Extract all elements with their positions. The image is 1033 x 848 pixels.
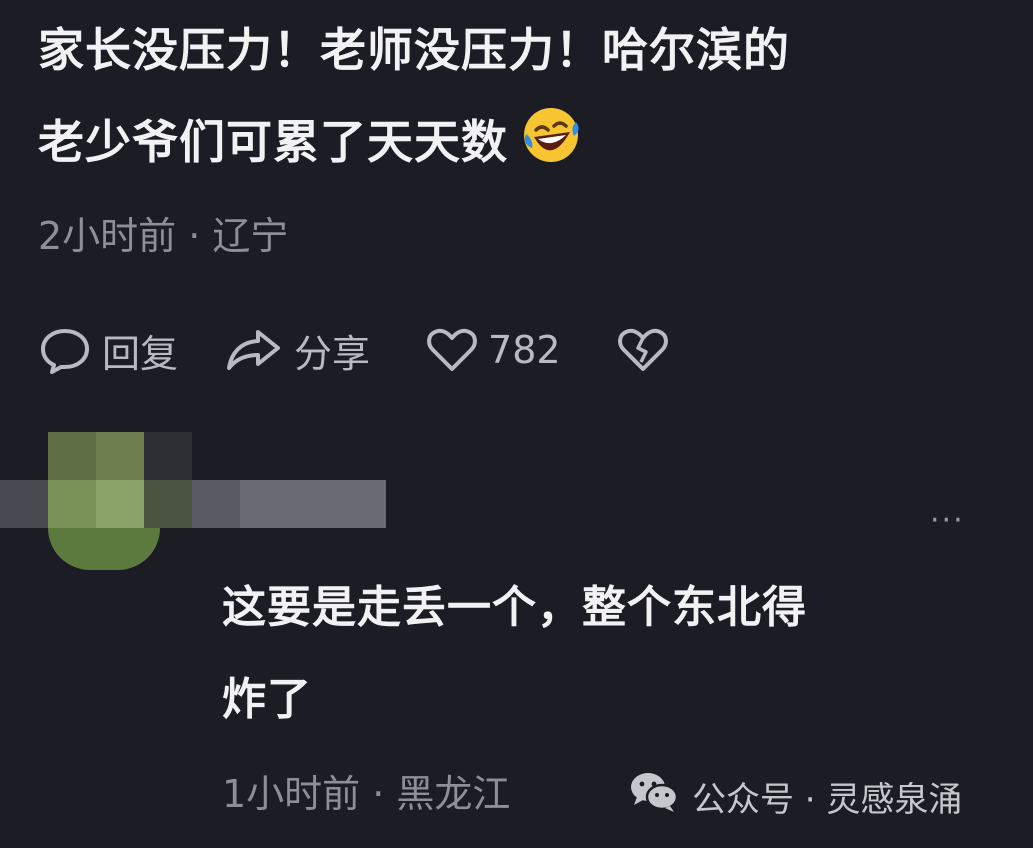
like-button[interactable]: 782 [426,327,561,373]
comment-text-line: 家长没压力！老师没压力！哈尔滨的 [38,23,790,77]
speech-bubble-icon [38,325,92,375]
reply-label: 回复 [102,331,179,376]
username-mosaic-block [240,480,386,528]
dislike-button[interactable] [617,327,669,373]
watermark: 公众号 · 灵感泉涌 [628,770,962,823]
broken-heart-icon [617,327,669,373]
reply-button[interactable]: 回复 [38,323,178,378]
comment-actions: 回复 分享 782 [38,320,715,380]
avatar-mosaic-block [48,432,96,480]
avatar-mosaic-block [48,528,160,570]
share-arrow-icon [224,326,284,374]
avatar-mosaic-block [48,480,96,528]
avatar-mosaic-block [144,480,192,528]
username-mosaic-block [192,480,240,528]
comment-text-span: 老少爷们可累了天天数 [38,115,508,169]
laughing-emoji-icon [520,104,582,166]
comment-meta: 1小时前 · 黑龙江 [222,772,511,816]
comment-text-line: 这要是走丢一个，整个东北得 [222,582,807,633]
watermark-text: 公众号 · 灵感泉涌 [692,780,963,820]
username-mosaic-block [0,480,48,528]
comment-thread: 家长没压力！老师没压力！哈尔滨的 老少爷们可累了天天数 2小时前 · 辽宁 回复 [0,0,1033,848]
comment-text-line: 炸了 [222,674,312,725]
share-button[interactable]: 分享 [224,323,370,378]
comment-text-line: 老少爷们可累了天天数 [38,96,582,188]
comment-meta: 2小时前 · 辽宁 [38,214,289,258]
avatar-mosaic-block [144,432,192,480]
like-count: 782 [488,328,561,372]
more-options-button[interactable]: ··· [930,503,965,538]
avatar-mosaic-block [96,480,144,528]
heart-icon [426,327,478,373]
share-label: 分享 [294,331,371,376]
avatar-mosaic-block [96,432,144,480]
wechat-icon [628,770,692,823]
